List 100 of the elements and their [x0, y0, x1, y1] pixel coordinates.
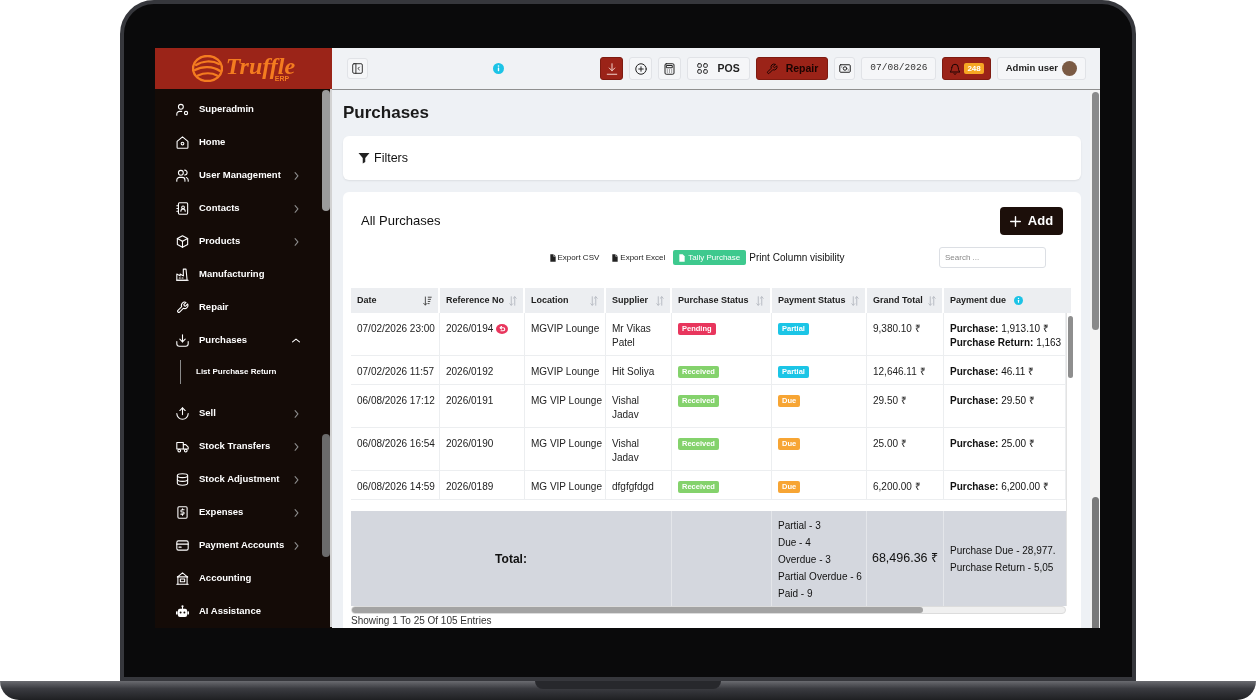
cash-button[interactable]: [834, 57, 856, 80]
pos-button[interactable]: POS: [687, 57, 750, 80]
scrollbar-thumb[interactable]: [352, 607, 923, 613]
credit-card-icon: [176, 539, 189, 552]
sidebar-item[interactable]: Contacts: [155, 192, 322, 225]
table-cell: 25.00 ₹: [867, 428, 944, 470]
summary-line: Purchase Due - 28,977.: [950, 543, 1057, 558]
sidebar-item[interactable]: Stock Adjustment: [155, 463, 322, 496]
amount-line: Purchase: 29.50 ₹: [950, 394, 1036, 408]
file-icon: [679, 253, 686, 262]
add-button[interactable]: Add: [1000, 207, 1063, 235]
file-icon: [549, 253, 556, 262]
amount-line: Purchase: 46.11 ₹: [950, 365, 1036, 379]
sidebar-item[interactable]: Payment Accounts: [155, 529, 322, 562]
card-title: All Purchases: [361, 212, 441, 230]
sidebar-item[interactable]: Products: [155, 225, 322, 258]
date-button[interactable]: 07/08/2026: [861, 57, 937, 80]
sidebar-subitem[interactable]: List Purchase Return: [196, 366, 277, 378]
sidebar-item[interactable]: Purchases: [155, 324, 322, 357]
scrollbar-thumb[interactable]: [1092, 92, 1099, 330]
table-cell: 07/02/2026 23:00: [351, 313, 440, 355]
column-header[interactable]: Payment Status: [772, 288, 867, 313]
table-cell: MG VIP Lounge: [525, 428, 606, 470]
column-header[interactable]: Reference No: [440, 288, 525, 313]
user-menu-button[interactable]: Admin user: [996, 57, 1086, 80]
plus-circle-icon: [635, 62, 647, 75]
truck-icon: [176, 440, 189, 453]
users-icon: [176, 169, 189, 182]
user-gear-icon: [176, 103, 189, 116]
sidebar-item[interactable]: Stock Transfers: [155, 430, 322, 463]
avatar-icon: [1062, 61, 1077, 76]
factory-icon: [176, 268, 189, 281]
sidebar-item[interactable]: User Management: [155, 159, 322, 192]
bell-icon: [949, 62, 962, 75]
summary-line: Purchase Return - 5,05: [950, 560, 1055, 575]
page-title: Purchases: [343, 103, 430, 123]
receipt-icon: [176, 506, 189, 519]
sidebar-item[interactable]: Repair: [155, 291, 322, 324]
summary-line: Overdue - 3: [778, 553, 832, 567]
funnel-icon: [358, 152, 370, 164]
sidebar-item[interactable]: Accounting: [155, 562, 322, 595]
sidebar-item[interactable]: AI Assistance: [155, 595, 322, 628]
column-header[interactable]: Grand Total: [867, 288, 944, 313]
sidebar-item[interactable]: Expenses: [155, 496, 322, 529]
entries-info: Showing 1 To 25 Of 105 Entries: [351, 615, 493, 627]
link-button[interactable]: Print: [749, 250, 770, 265]
table-cell: 6,200.00 ₹: [867, 471, 944, 499]
table-cell: 06/08/2026 16:54: [351, 428, 440, 470]
bank-icon: [176, 572, 189, 585]
logo-text: Truffle: [225, 55, 296, 77]
calculator-button[interactable]: [658, 57, 682, 80]
scrollbar-thumb[interactable]: [1068, 316, 1073, 378]
link-button[interactable]: Column visibility: [772, 250, 845, 265]
scrollbar-thumb[interactable]: [322, 434, 330, 557]
wrench-icon: [176, 301, 189, 314]
home-icon: [176, 136, 189, 149]
summary-line: Paid - 9: [778, 587, 814, 601]
column-header[interactable]: Location: [525, 288, 606, 313]
table-cell: MGVIP Lounge: [525, 313, 606, 355]
export-button[interactable]: Export Excel: [607, 250, 671, 265]
sidebar-toggle-button[interactable]: [347, 58, 368, 79]
plus-button[interactable]: [629, 57, 653, 80]
column-header[interactable]: Date: [351, 288, 440, 313]
sidebar-item[interactable]: Home: [155, 126, 322, 159]
notification-badge: 248: [964, 63, 984, 74]
sidebar-item[interactable]: Sell: [155, 397, 322, 430]
info-icon: [493, 63, 504, 74]
table-cell: 07/02/2026 11:57: [351, 356, 440, 384]
tray-download-icon: [176, 334, 189, 347]
summary-line: Partial - 3: [778, 519, 822, 533]
table-cell: dfgfgfdgd: [606, 471, 672, 499]
filters-button[interactable]: Filters: [358, 148, 409, 168]
reference-number: 2026/0189: [446, 480, 494, 494]
search-field[interactable]: Search ...: [939, 247, 1046, 268]
table-cell: Hit Soliya: [606, 356, 672, 384]
table-cell: Vishal Jadav: [606, 428, 672, 470]
table-cell: MG VIP Lounge: [525, 471, 606, 499]
reference-number: 2026/0194: [446, 322, 494, 336]
summary-line: Due - 4: [778, 536, 812, 550]
grid-icon: [697, 63, 709, 74]
summary-line: Partial Overdue - 6: [778, 570, 863, 584]
sidebar-item[interactable]: Manufacturing: [155, 258, 322, 291]
column-header[interactable]: Supplier: [606, 288, 672, 313]
export-button[interactable]: Export CSV: [544, 250, 605, 265]
scrollbar-thumb[interactable]: [322, 90, 330, 211]
table-cell: 06/08/2026 17:12: [351, 385, 440, 427]
calculator-icon: [664, 62, 676, 75]
total-label: Total:: [495, 550, 527, 568]
table-cell: Vishal Jadav: [606, 385, 672, 427]
table-cell: Mr Vikas Patel: [606, 313, 672, 355]
download-button[interactable]: [600, 57, 624, 80]
reference-number: 2026/0192: [446, 365, 494, 379]
cube-icon: [176, 235, 189, 248]
upload-icon: [176, 407, 189, 420]
sidebar-item[interactable]: Superadmin: [155, 93, 322, 126]
column-header[interactable]: Purchase Status: [672, 288, 772, 313]
table-cell: 29.50 ₹: [867, 385, 944, 427]
plus-icon: [1009, 215, 1021, 227]
database-icon: [176, 473, 189, 486]
scrollbar-thumb[interactable]: [1092, 497, 1099, 628]
